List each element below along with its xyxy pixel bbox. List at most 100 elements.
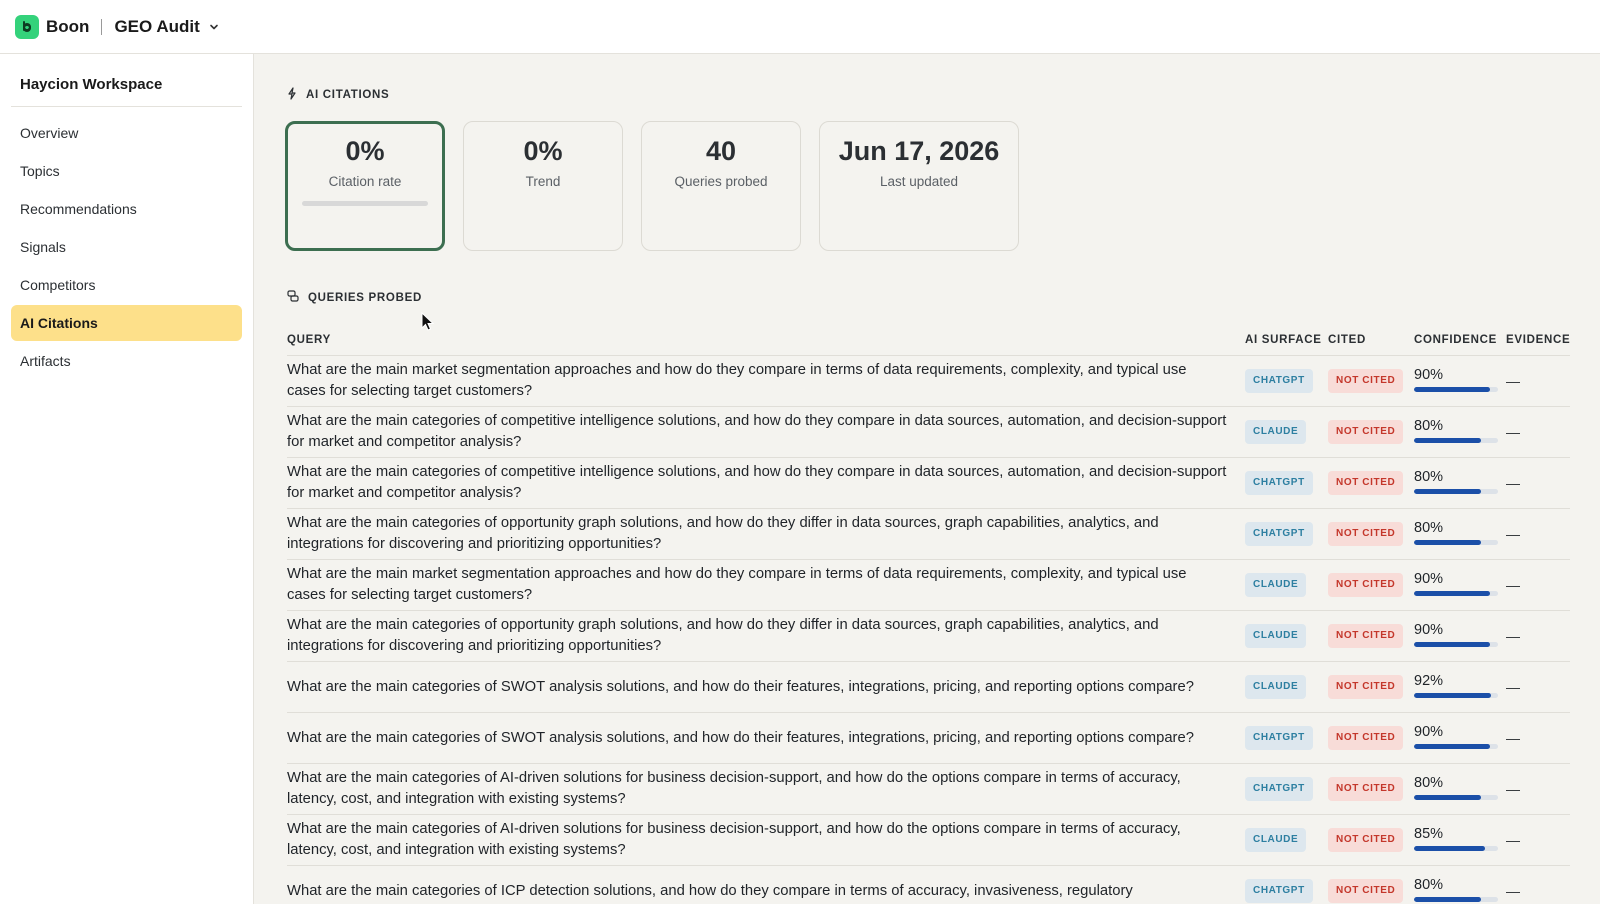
app-switcher[interactable]: GEO Audit	[114, 17, 219, 37]
evidence-value: —	[1506, 883, 1520, 899]
sidebar-item-recommendations[interactable]: Recommendations	[11, 191, 242, 227]
cited-status-badge: NOT CITED	[1328, 879, 1404, 903]
query-text: What are the main market segmentation ap…	[287, 566, 1187, 603]
confidence-bar-fill	[1414, 437, 1482, 443]
queries-probed-card[interactable]: 40 Queries probed	[641, 121, 801, 251]
chevron-down-icon	[208, 21, 220, 33]
header-divider	[101, 18, 103, 35]
table-row[interactable]: What are the main categories of SWOT ana…	[287, 662, 1570, 713]
stat-value: 0%	[345, 136, 385, 166]
brand-name: Boon	[46, 16, 90, 36]
table-row[interactable]: What are the main market segmentation ap…	[287, 560, 1570, 611]
app-title: GEO Audit	[114, 16, 200, 36]
confidence-bar	[1414, 488, 1498, 494]
table-row[interactable]: What are the main market segmentation ap…	[287, 356, 1570, 407]
evidence-value: —	[1506, 424, 1520, 440]
confidence-bar-fill	[1414, 794, 1482, 800]
ai-surface-badge: CLAUDE	[1245, 573, 1307, 597]
confidence-bar	[1414, 590, 1498, 596]
confidence-bar-fill	[1414, 641, 1490, 647]
confidence-bar-fill	[1414, 743, 1490, 749]
confidence-value: 80%	[1414, 468, 1444, 485]
stat-label: Last updated	[879, 174, 959, 189]
query-text: What are the main categories of AI-drive…	[287, 821, 1181, 858]
evidence-value: —	[1506, 475, 1520, 491]
query-text: What are the main market segmentation ap…	[287, 362, 1187, 399]
confidence-value: 90%	[1414, 366, 1444, 383]
confidence-bar-fill	[1414, 896, 1482, 902]
stat-value: 0%	[523, 136, 563, 166]
stat-label: Trend	[525, 174, 561, 189]
table-row[interactable]: What are the main categories of competit…	[287, 458, 1570, 509]
ai-surface-badge: CHATGPT	[1245, 777, 1313, 801]
stat-value: 40	[705, 136, 737, 166]
trend-card[interactable]: 0% Trend	[463, 121, 623, 251]
query-text: What are the main categories of opportun…	[287, 515, 1159, 552]
confidence-bar	[1414, 743, 1498, 749]
main-content: AI CITATIONS 0% Citation rate 0% Trend 4…	[254, 54, 1600, 904]
confidence-value: 80%	[1414, 417, 1444, 434]
stat-cards: 0% Citation rate 0% Trend 40 Queries pro…	[285, 121, 1037, 251]
query-text: What are the main categories of AI-drive…	[287, 770, 1181, 807]
confidence-bar-fill	[1414, 845, 1486, 851]
cited-status-badge: NOT CITED	[1328, 522, 1404, 546]
query-text: What are the main categories of opportun…	[287, 617, 1159, 654]
confidence-bar	[1414, 641, 1498, 647]
logo-icon	[15, 14, 39, 39]
confidence-value: 85%	[1414, 825, 1444, 842]
table-row[interactable]: What are the main categories of competit…	[287, 407, 1570, 458]
table-row[interactable]: What are the main categories of ICP dete…	[287, 866, 1570, 904]
cited-status-badge: NOT CITED	[1328, 420, 1404, 444]
queries-icon	[287, 290, 308, 305]
sidebar-item-overview[interactable]: Overview	[11, 115, 242, 151]
confidence-bar-fill	[1414, 590, 1490, 596]
queries-table: QUERY AI SURFACE CITED CONFIDENCE EVIDEN…	[287, 324, 1570, 904]
confidence-value: 80%	[1414, 774, 1444, 791]
evidence-value: —	[1506, 781, 1520, 797]
sidebar-item-signals[interactable]: Signals	[11, 229, 242, 265]
sidebar-item-artifacts[interactable]: Artifacts	[11, 343, 242, 379]
workspace-name: Haycion Workspace	[11, 54, 242, 107]
ai-surface-badge: CHATGPT	[1245, 726, 1313, 750]
confidence-bar	[1414, 539, 1498, 545]
ai-surface-badge: CHATGPT	[1245, 471, 1313, 495]
table-row[interactable]: What are the main categories of SWOT ana…	[287, 713, 1570, 764]
table-row[interactable]: What are the main categories of opportun…	[287, 509, 1570, 560]
ai-surface-badge: CLAUDE	[1245, 624, 1307, 648]
confidence-value: 90%	[1414, 621, 1444, 638]
cited-status-badge: NOT CITED	[1328, 828, 1404, 852]
table-row[interactable]: What are the main categories of opportun…	[287, 611, 1570, 662]
confidence-bar-fill	[1414, 488, 1482, 494]
query-text: What are the main categories of SWOT ana…	[287, 678, 1194, 695]
query-text: What are the main categories of competit…	[287, 413, 1227, 450]
query-text: What are the main categories of ICP dete…	[287, 882, 1133, 899]
column-header-surface[interactable]: AI SURFACE	[1245, 334, 1328, 346]
confidence-value: 90%	[1414, 723, 1444, 740]
table-row[interactable]: What are the main categories of AI-drive…	[287, 815, 1570, 866]
column-header-evidence[interactable]: EVIDENCE	[1506, 334, 1570, 346]
citation-rate-card[interactable]: 0% Citation rate	[285, 121, 445, 251]
evidence-value: —	[1506, 577, 1520, 593]
evidence-value: —	[1506, 628, 1520, 644]
confidence-bar	[1414, 845, 1498, 851]
evidence-value: —	[1506, 526, 1520, 542]
confidence-value: 92%	[1414, 672, 1444, 689]
confidence-bar	[1414, 437, 1498, 443]
sidebar-item-topics[interactable]: Topics	[11, 153, 242, 189]
ai-surface-badge: CLAUDE	[1245, 675, 1307, 699]
cited-status-badge: NOT CITED	[1328, 471, 1404, 495]
sidebar-item-competitors[interactable]: Competitors	[11, 267, 242, 303]
evidence-value: —	[1506, 730, 1520, 746]
evidence-value: —	[1506, 679, 1520, 695]
stat-value: Jun 17, 2026	[838, 136, 1000, 166]
mouse-pointer-icon	[421, 311, 435, 337]
sidebar: Haycion Workspace Overview Topics Recomm…	[0, 54, 254, 904]
table-row[interactable]: What are the main categories of AI-drive…	[287, 764, 1570, 815]
column-header-cited[interactable]: CITED	[1328, 334, 1414, 346]
queries-probed-heading: QUERIES PROBED	[287, 290, 422, 305]
last-updated-card[interactable]: Jun 17, 2026 Last updated	[819, 121, 1019, 251]
confidence-bar-fill	[1414, 539, 1482, 545]
ai-surface-badge: CHATGPT	[1245, 369, 1313, 393]
column-header-confidence[interactable]: CONFIDENCE	[1414, 334, 1506, 346]
sidebar-item-ai-citations[interactable]: AI Citations	[11, 305, 242, 341]
